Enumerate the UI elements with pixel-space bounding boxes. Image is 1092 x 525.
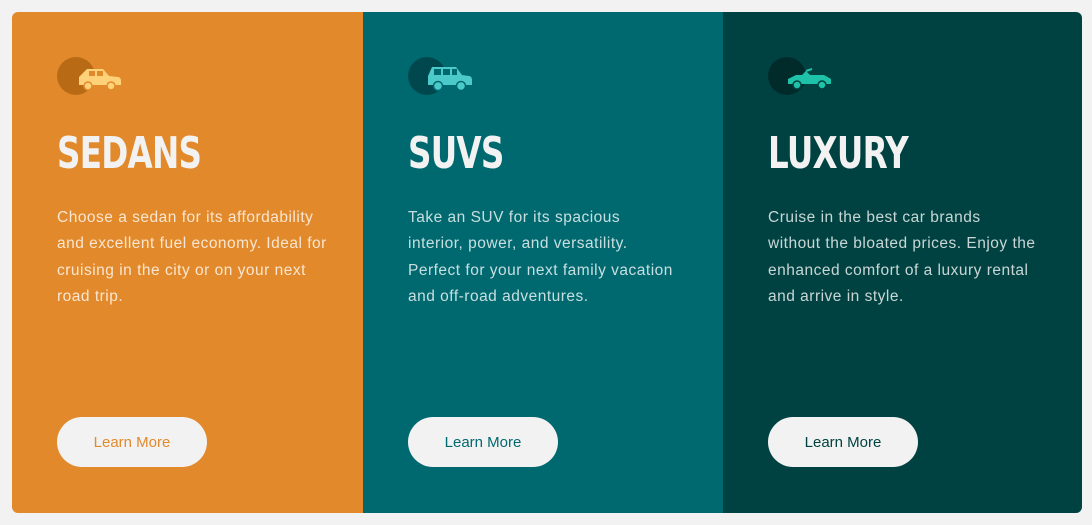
learn-more-button[interactable]: Learn More bbox=[57, 417, 207, 467]
card-description: Take an SUV for its spacious interior, p… bbox=[408, 209, 673, 306]
card-title: LUXURY bbox=[768, 128, 909, 179]
card-description: Cruise in the best car brands without th… bbox=[768, 209, 1036, 306]
card-title: SEDANS bbox=[57, 128, 202, 179]
learn-more-button[interactable]: Learn More bbox=[408, 417, 558, 467]
car-cards-container: SEDANS Choose a sedan for its affordabil… bbox=[12, 12, 1082, 513]
luxury-car-icon bbox=[768, 57, 831, 95]
suv-car-icon bbox=[408, 57, 472, 95]
learn-more-button[interactable]: Learn More bbox=[768, 417, 918, 467]
card-luxury: LUXURY Cruise in the best car brands wit… bbox=[723, 12, 1082, 513]
sedan-car-icon bbox=[57, 57, 121, 95]
card-title: SUVS bbox=[408, 128, 504, 179]
card-sedans: SEDANS Choose a sedan for its affordabil… bbox=[12, 12, 363, 513]
card-suvs: SUVS Take an SUV for its spacious interi… bbox=[363, 12, 723, 513]
card-description: Choose a sedan for its affordability and… bbox=[57, 209, 327, 306]
